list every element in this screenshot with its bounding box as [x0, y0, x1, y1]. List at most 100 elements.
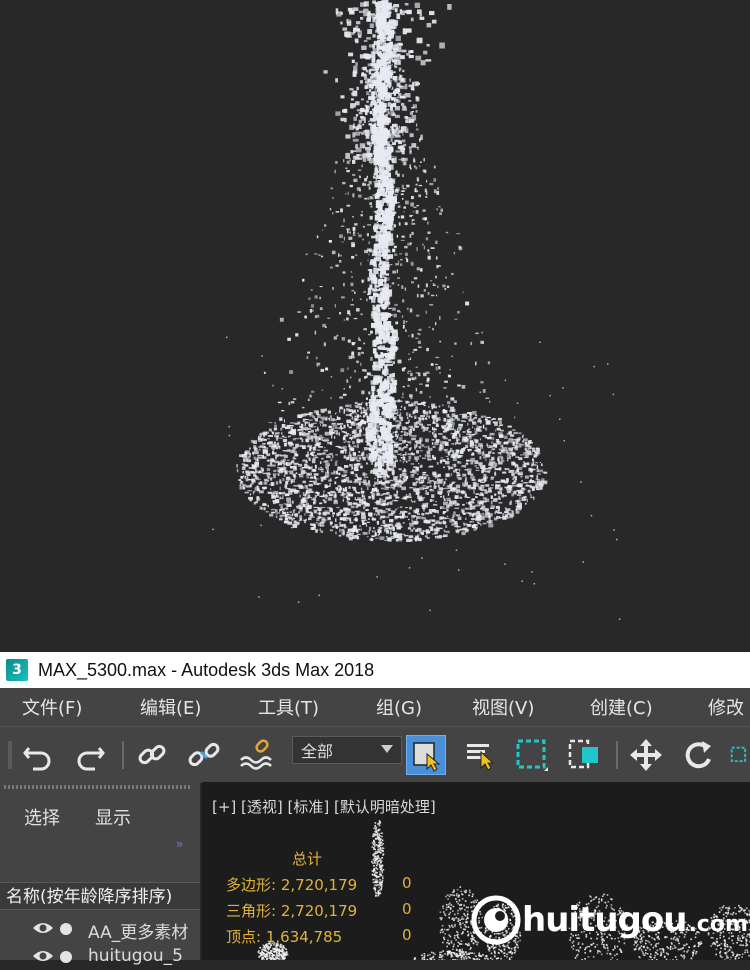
particle [392, 431, 395, 434]
particle [409, 522, 414, 527]
panel-grip[interactable] [4, 785, 192, 789]
particle [347, 423, 349, 427]
particle [453, 511, 456, 515]
particle [264, 478, 268, 482]
particle [428, 406, 430, 408]
particle [277, 464, 279, 466]
particle [382, 172, 388, 174]
particle [271, 492, 275, 497]
particle [415, 366, 418, 368]
tab-select[interactable]: 选择 [24, 804, 60, 830]
list-item[interactable]: AA_更多素材 [0, 916, 200, 943]
freeze-toggle-icon[interactable] [60, 951, 72, 963]
move-icon[interactable] [626, 735, 666, 775]
rectangular-selection-region-icon[interactable] [512, 735, 552, 775]
menu-group[interactable]: 组(G) [376, 694, 422, 720]
particle [411, 143, 417, 148]
rotate-icon[interactable] [678, 735, 718, 775]
particle [328, 493, 333, 497]
particle [428, 326, 431, 329]
particle [431, 519, 436, 522]
particle [394, 500, 399, 502]
tab-display[interactable]: 显示 [95, 804, 131, 830]
particle [514, 416, 516, 419]
eye-icon[interactable] [32, 948, 54, 964]
particle [382, 198, 387, 201]
particle [455, 469, 459, 471]
toolbar-grip[interactable] [8, 741, 12, 769]
particle [375, 149, 380, 153]
particle [335, 526, 338, 529]
particle [304, 421, 308, 424]
particle [356, 154, 362, 157]
column-header-name[interactable]: 名称(按年龄降序排序) [0, 882, 200, 910]
scale-icon[interactable] [728, 735, 750, 775]
particle [475, 512, 478, 517]
particle [260, 438, 265, 442]
menu-create[interactable]: 创建(C) [590, 694, 653, 720]
particle [333, 425, 337, 427]
particle [382, 382, 389, 388]
window-crossing-icon[interactable] [564, 735, 604, 775]
particle [333, 336, 337, 340]
particle [364, 250, 368, 254]
particle [365, 146, 371, 151]
particle [253, 490, 256, 493]
particle [386, 313, 391, 315]
particle [332, 455, 334, 459]
particle [381, 468, 384, 471]
particle [294, 468, 298, 470]
particle [494, 444, 497, 447]
particle [277, 401, 282, 404]
particle [415, 529, 419, 532]
double-chevron-right-icon[interactable]: » [176, 837, 183, 851]
menu-file[interactable]: 文件(F) [22, 694, 82, 720]
particle [289, 435, 291, 437]
particle [381, 210, 385, 214]
link-icon[interactable] [132, 735, 172, 775]
select-object-icon[interactable] [406, 735, 446, 775]
perspective-viewport[interactable]: [+] [透视] [标准] [默认明暗处理] 总计 多边形: 2,720,179… [202, 782, 750, 960]
particle [363, 130, 367, 133]
particle [346, 419, 351, 424]
undo-icon[interactable] [18, 735, 58, 775]
particle [398, 125, 400, 129]
menu-tools[interactable]: 工具(T) [258, 694, 319, 720]
particle [349, 459, 355, 462]
freeze-toggle-icon[interactable] [60, 923, 72, 935]
particle [409, 118, 411, 123]
selection-filter-dropdown[interactable]: 全部 [292, 736, 402, 764]
particle [360, 487, 363, 491]
particle [465, 517, 467, 520]
particle [413, 277, 418, 280]
unlink-icon[interactable] [184, 735, 224, 775]
menu-modifiers[interactable]: 修改 [708, 694, 744, 720]
select-by-name-icon[interactable] [460, 735, 500, 775]
particle [321, 457, 324, 460]
particle [345, 152, 350, 159]
menu-views[interactable]: 视图(V) [472, 694, 534, 720]
particle [426, 414, 428, 417]
particle [512, 477, 514, 479]
particle [351, 471, 354, 475]
list-item[interactable]: huitugou_5 [0, 944, 200, 970]
particle [487, 436, 492, 440]
particle [466, 910, 469, 913]
particle [369, 288, 373, 290]
particle [409, 429, 413, 433]
particle [400, 431, 404, 433]
particle [363, 40, 368, 42]
particle [385, 523, 390, 527]
particle [359, 525, 362, 528]
menu-edit[interactable]: 编辑(E) [140, 694, 201, 720]
particle [396, 408, 399, 411]
particle [382, 416, 385, 418]
bind-space-warp-icon[interactable] [236, 735, 276, 775]
particle [439, 372, 441, 374]
particle [445, 231, 449, 234]
eye-icon[interactable] [32, 920, 54, 936]
particle [471, 433, 476, 435]
particle [338, 534, 342, 537]
particle [281, 410, 285, 412]
redo-icon[interactable] [70, 735, 110, 775]
